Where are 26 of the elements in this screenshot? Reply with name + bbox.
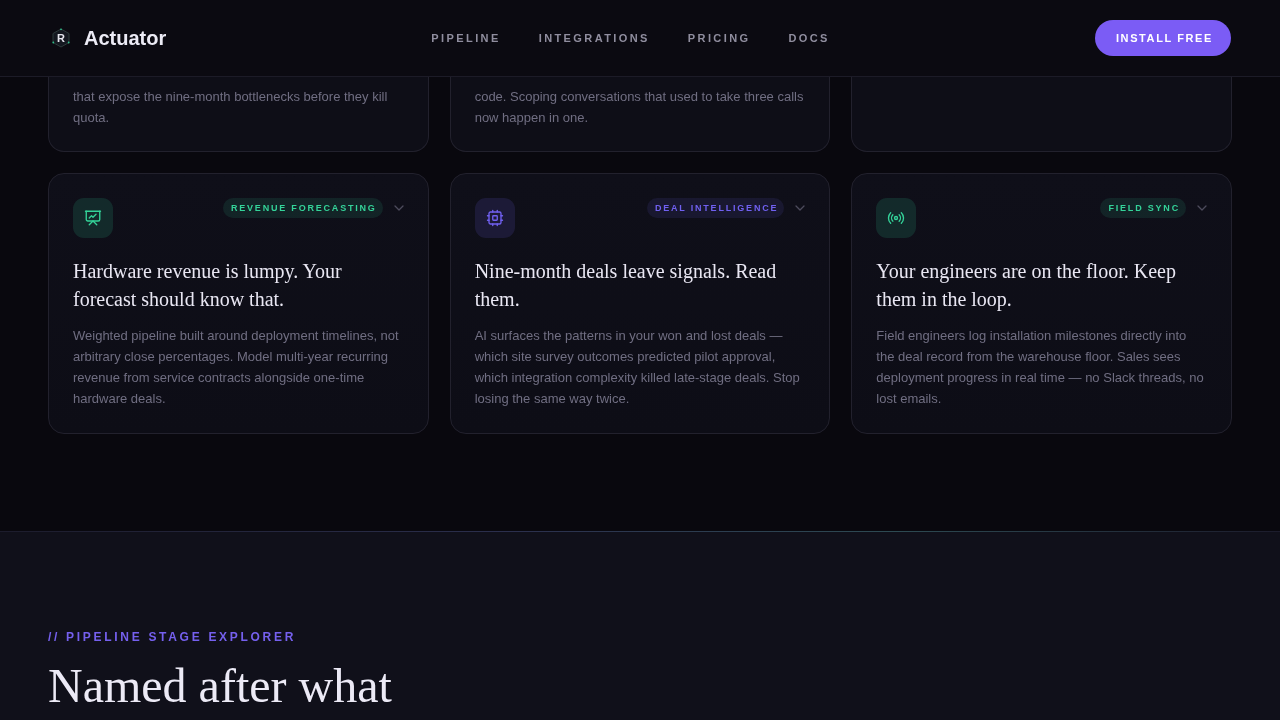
brand-name[interactable]: Actuator	[84, 26, 167, 50]
nav-link[interactable]: PRICING	[687, 31, 751, 45]
category-tag: DEAL INTELLIGENCE	[646, 198, 785, 218]
nav-link[interactable]: PIPELINE	[431, 31, 501, 45]
category-tag: REVENUE FORECASTING	[222, 198, 383, 218]
nav-link[interactable]: INTEGRATIONS	[538, 31, 650, 45]
card-description: code. Scoping conversations that used to take three calls now happen in one.	[474, 88, 805, 127]
card-description: AI surfaces the patterns in your won and lost deals — which site survey outcomes predicted pilot approval, which integration complexity killed late-stage deals. Stop losing the same way twice.	[474, 327, 801, 408]
chevron-down-icon[interactable]	[795, 205, 806, 211]
category-tag: FIELD SYNC	[1100, 198, 1186, 218]
card-title: Nine-month deals leave signals. Read them.	[474, 259, 778, 312]
card-title: Hardware revenue is lumpy. Your forecast should know that.	[73, 259, 343, 312]
card-description: Weighted pipeline built around deployment timelines, not arbitrary close percentages. Model multi-year recurring revenue from service contracts alongside one-time hardware deals.	[73, 327, 400, 408]
chevron-down-icon[interactable]	[393, 205, 404, 211]
section-eyebrow: // PIPELINE STAGE EXPLORER	[48, 630, 296, 644]
section-heading: Named after what	[48, 660, 392, 712]
card-title: Your engineers are on the floor. Keep them in the loop.	[876, 259, 1177, 313]
radio-waves-icon	[876, 198, 917, 238]
chip-icon	[474, 198, 515, 238]
card-description: that expose the nine-month bottlenecks before they kill quota.	[73, 88, 389, 127]
nav-link[interactable]: DOCS	[788, 31, 830, 45]
install-button[interactable]: INSTALL FREE	[1094, 20, 1231, 56]
logo-mark[interactable]: R	[52, 28, 70, 48]
presentation-chart-icon	[73, 198, 113, 238]
chevron-down-icon[interactable]	[1197, 205, 1207, 211]
card-description: Field engineers log installation milestones directly into the deal record from the warehouse floor. Sales sees deployment progress in real time — no Slack threads, no lost emails.	[876, 327, 1205, 408]
